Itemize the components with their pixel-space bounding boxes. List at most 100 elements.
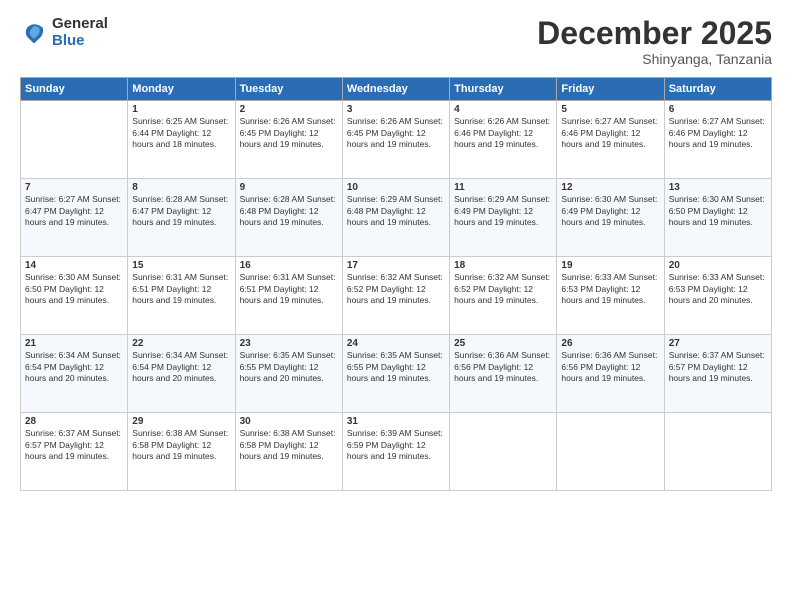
day-number: 9 <box>240 182 338 193</box>
day-number: 2 <box>240 104 338 115</box>
table-cell: 12Sunrise: 6:30 AM Sunset: 6:49 PM Dayli… <box>557 179 664 257</box>
col-saturday: Saturday <box>664 78 771 101</box>
logo-text: General Blue <box>52 16 108 49</box>
day-number: 5 <box>561 104 659 115</box>
day-info: Sunrise: 6:38 AM Sunset: 6:58 PM Dayligh… <box>240 428 338 462</box>
table-cell: 3Sunrise: 6:26 AM Sunset: 6:45 PM Daylig… <box>342 101 449 179</box>
col-wednesday: Wednesday <box>342 78 449 101</box>
table-cell: 26Sunrise: 6:36 AM Sunset: 6:56 PM Dayli… <box>557 335 664 413</box>
day-number: 27 <box>669 338 767 349</box>
table-cell <box>557 413 664 491</box>
table-cell: 13Sunrise: 6:30 AM Sunset: 6:50 PM Dayli… <box>664 179 771 257</box>
main-title: December 2025 <box>537 16 772 51</box>
day-number: 26 <box>561 338 659 349</box>
logo-blue-text: Blue <box>52 33 108 50</box>
day-number: 7 <box>25 182 123 193</box>
col-monday: Monday <box>128 78 235 101</box>
header-row: Sunday Monday Tuesday Wednesday Thursday… <box>21 78 772 101</box>
day-number: 6 <box>669 104 767 115</box>
table-cell: 15Sunrise: 6:31 AM Sunset: 6:51 PM Dayli… <box>128 257 235 335</box>
day-info: Sunrise: 6:26 AM Sunset: 6:45 PM Dayligh… <box>240 116 338 150</box>
table-cell: 30Sunrise: 6:38 AM Sunset: 6:58 PM Dayli… <box>235 413 342 491</box>
day-number: 17 <box>347 260 445 271</box>
table-cell: 18Sunrise: 6:32 AM Sunset: 6:52 PM Dayli… <box>450 257 557 335</box>
day-number: 21 <box>25 338 123 349</box>
day-number: 4 <box>454 104 552 115</box>
header: General Blue December 2025 Shinyanga, Ta… <box>20 16 772 67</box>
table-cell: 20Sunrise: 6:33 AM Sunset: 6:53 PM Dayli… <box>664 257 771 335</box>
day-number: 19 <box>561 260 659 271</box>
day-info: Sunrise: 6:31 AM Sunset: 6:51 PM Dayligh… <box>132 272 230 306</box>
day-number: 8 <box>132 182 230 193</box>
calendar-row: 7Sunrise: 6:27 AM Sunset: 6:47 PM Daylig… <box>21 179 772 257</box>
day-number: 13 <box>669 182 767 193</box>
day-info: Sunrise: 6:33 AM Sunset: 6:53 PM Dayligh… <box>669 272 767 306</box>
day-number: 23 <box>240 338 338 349</box>
day-info: Sunrise: 6:33 AM Sunset: 6:53 PM Dayligh… <box>561 272 659 306</box>
day-number: 11 <box>454 182 552 193</box>
calendar-row: 21Sunrise: 6:34 AM Sunset: 6:54 PM Dayli… <box>21 335 772 413</box>
table-cell: 11Sunrise: 6:29 AM Sunset: 6:49 PM Dayli… <box>450 179 557 257</box>
day-info: Sunrise: 6:34 AM Sunset: 6:54 PM Dayligh… <box>25 350 123 384</box>
table-cell: 22Sunrise: 6:34 AM Sunset: 6:54 PM Dayli… <box>128 335 235 413</box>
day-info: Sunrise: 6:28 AM Sunset: 6:48 PM Dayligh… <box>240 194 338 228</box>
day-number: 18 <box>454 260 552 271</box>
day-info: Sunrise: 6:36 AM Sunset: 6:56 PM Dayligh… <box>561 350 659 384</box>
table-cell: 16Sunrise: 6:31 AM Sunset: 6:51 PM Dayli… <box>235 257 342 335</box>
table-cell: 1Sunrise: 6:25 AM Sunset: 6:44 PM Daylig… <box>128 101 235 179</box>
calendar-row: 14Sunrise: 6:30 AM Sunset: 6:50 PM Dayli… <box>21 257 772 335</box>
page: General Blue December 2025 Shinyanga, Ta… <box>0 0 792 612</box>
day-number: 22 <box>132 338 230 349</box>
table-cell: 6Sunrise: 6:27 AM Sunset: 6:46 PM Daylig… <box>664 101 771 179</box>
day-number: 3 <box>347 104 445 115</box>
table-cell: 7Sunrise: 6:27 AM Sunset: 6:47 PM Daylig… <box>21 179 128 257</box>
table-cell: 8Sunrise: 6:28 AM Sunset: 6:47 PM Daylig… <box>128 179 235 257</box>
table-cell <box>21 101 128 179</box>
col-thursday: Thursday <box>450 78 557 101</box>
table-cell: 5Sunrise: 6:27 AM Sunset: 6:46 PM Daylig… <box>557 101 664 179</box>
col-tuesday: Tuesday <box>235 78 342 101</box>
table-cell: 29Sunrise: 6:38 AM Sunset: 6:58 PM Dayli… <box>128 413 235 491</box>
day-info: Sunrise: 6:37 AM Sunset: 6:57 PM Dayligh… <box>25 428 123 462</box>
table-cell: 9Sunrise: 6:28 AM Sunset: 6:48 PM Daylig… <box>235 179 342 257</box>
day-number: 28 <box>25 416 123 427</box>
table-cell: 2Sunrise: 6:26 AM Sunset: 6:45 PM Daylig… <box>235 101 342 179</box>
logo-icon <box>20 19 48 47</box>
day-info: Sunrise: 6:35 AM Sunset: 6:55 PM Dayligh… <box>347 350 445 384</box>
calendar-row: 28Sunrise: 6:37 AM Sunset: 6:57 PM Dayli… <box>21 413 772 491</box>
day-info: Sunrise: 6:27 AM Sunset: 6:47 PM Dayligh… <box>25 194 123 228</box>
logo: General Blue <box>20 16 108 49</box>
day-number: 24 <box>347 338 445 349</box>
table-cell: 25Sunrise: 6:36 AM Sunset: 6:56 PM Dayli… <box>450 335 557 413</box>
subtitle: Shinyanga, Tanzania <box>537 51 772 67</box>
day-number: 10 <box>347 182 445 193</box>
day-info: Sunrise: 6:37 AM Sunset: 6:57 PM Dayligh… <box>669 350 767 384</box>
day-number: 31 <box>347 416 445 427</box>
day-info: Sunrise: 6:30 AM Sunset: 6:50 PM Dayligh… <box>669 194 767 228</box>
day-number: 20 <box>669 260 767 271</box>
table-cell: 10Sunrise: 6:29 AM Sunset: 6:48 PM Dayli… <box>342 179 449 257</box>
day-info: Sunrise: 6:29 AM Sunset: 6:49 PM Dayligh… <box>454 194 552 228</box>
day-number: 30 <box>240 416 338 427</box>
calendar-body: 1Sunrise: 6:25 AM Sunset: 6:44 PM Daylig… <box>21 101 772 491</box>
day-info: Sunrise: 6:32 AM Sunset: 6:52 PM Dayligh… <box>454 272 552 306</box>
logo-general-text: General <box>52 16 108 33</box>
day-number: 14 <box>25 260 123 271</box>
day-number: 25 <box>454 338 552 349</box>
table-cell <box>664 413 771 491</box>
day-number: 1 <box>132 104 230 115</box>
calendar-table: Sunday Monday Tuesday Wednesday Thursday… <box>20 77 772 491</box>
day-info: Sunrise: 6:30 AM Sunset: 6:50 PM Dayligh… <box>25 272 123 306</box>
day-info: Sunrise: 6:30 AM Sunset: 6:49 PM Dayligh… <box>561 194 659 228</box>
table-cell <box>450 413 557 491</box>
day-info: Sunrise: 6:35 AM Sunset: 6:55 PM Dayligh… <box>240 350 338 384</box>
day-info: Sunrise: 6:38 AM Sunset: 6:58 PM Dayligh… <box>132 428 230 462</box>
title-block: December 2025 Shinyanga, Tanzania <box>537 16 772 67</box>
table-cell: 17Sunrise: 6:32 AM Sunset: 6:52 PM Dayli… <box>342 257 449 335</box>
day-number: 12 <box>561 182 659 193</box>
day-info: Sunrise: 6:29 AM Sunset: 6:48 PM Dayligh… <box>347 194 445 228</box>
table-cell: 28Sunrise: 6:37 AM Sunset: 6:57 PM Dayli… <box>21 413 128 491</box>
table-cell: 27Sunrise: 6:37 AM Sunset: 6:57 PM Dayli… <box>664 335 771 413</box>
table-cell: 4Sunrise: 6:26 AM Sunset: 6:46 PM Daylig… <box>450 101 557 179</box>
table-cell: 31Sunrise: 6:39 AM Sunset: 6:59 PM Dayli… <box>342 413 449 491</box>
